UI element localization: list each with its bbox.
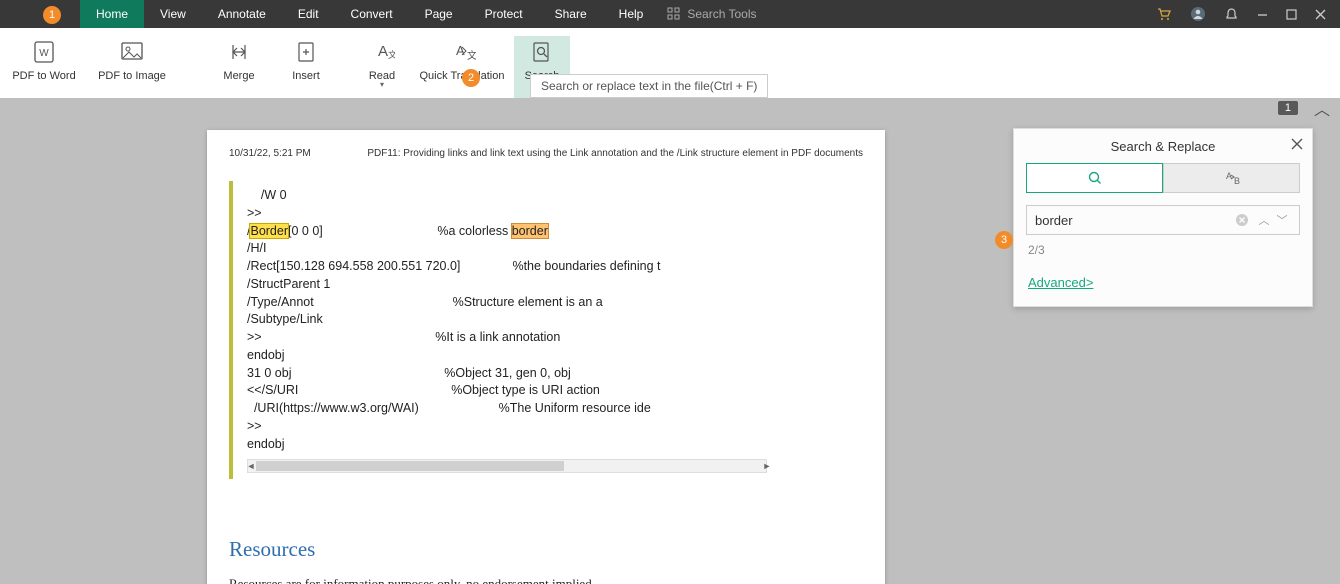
replace-tab[interactable]: AB xyxy=(1163,163,1300,193)
chevron-down-icon: ▾ xyxy=(380,80,384,89)
svg-text:B: B xyxy=(1234,176,1240,186)
replace-icon: AB xyxy=(1222,170,1242,186)
code-line: >> xyxy=(247,418,773,436)
read-icon: A文 xyxy=(369,40,395,64)
page-title: PDF11: Providing links and link text usi… xyxy=(367,148,863,159)
code-line: /W 0 xyxy=(247,187,773,205)
menu-convert[interactable]: Convert xyxy=(335,0,409,28)
read-button[interactable]: A文 Read ▾ xyxy=(354,36,410,98)
search-hit-current: Border xyxy=(250,224,288,238)
code-line: endobj xyxy=(247,436,773,454)
resources-text: Resources are for information purposes o… xyxy=(229,576,863,584)
callout-1: 1 xyxy=(43,6,61,24)
scrollbar-thumb[interactable] xyxy=(256,461,564,471)
user-icon[interactable] xyxy=(1190,6,1206,22)
search-tools[interactable]: Search Tools xyxy=(667,7,756,21)
code-line: /URI(https://www.w3.org/WAI) %The Unifor… xyxy=(247,400,773,418)
svg-text:文: 文 xyxy=(467,49,476,62)
svg-text:W: W xyxy=(39,48,49,59)
ribbon-collapse: 1 ︿ xyxy=(1278,98,1340,118)
pdf-to-image-button[interactable]: PDF to Image xyxy=(88,36,176,98)
document-page: 10/31/22, 5:21 PM PDF11: Providing links… xyxy=(207,130,885,584)
callout-2: 2 xyxy=(462,69,480,87)
insert-icon xyxy=(295,40,317,64)
cart-icon[interactable] xyxy=(1156,6,1172,22)
panel-tabs: AB xyxy=(1014,163,1312,193)
code-line: /Type/Annot %Structure element is an a xyxy=(247,294,773,312)
search-tools-label: Search Tools xyxy=(687,7,756,21)
quick-translation-button[interactable]: A文 Quick Translation xyxy=(410,36,514,98)
code-block: /W 0 >> /Border[0 0 0] %a colorless bord… xyxy=(229,181,773,479)
panel-title: Search & Replace xyxy=(1111,139,1216,154)
image-icon xyxy=(119,39,145,65)
search-input[interactable] xyxy=(1035,213,1235,228)
word-icon: W xyxy=(31,39,57,65)
code-line: /Border[0 0 0] %a colorless border xyxy=(247,223,773,241)
menu-home[interactable]: Home xyxy=(80,0,144,28)
menu-help[interactable]: Help xyxy=(603,0,660,28)
svg-text:A: A xyxy=(456,43,465,58)
grid-icon xyxy=(667,7,681,21)
next-match-button[interactable]: ﹀ xyxy=(1273,212,1291,228)
code-line: /Rect[150.128 694.558 200.551 720.0] %th… xyxy=(247,258,773,276)
horizontal-scrollbar[interactable]: ◄ ► xyxy=(247,459,767,473)
code-line: /H/I xyxy=(247,240,773,258)
bell-icon[interactable] xyxy=(1224,7,1239,22)
tool-label: PDF to Image xyxy=(98,70,166,82)
code-line: 31 0 obj %Object 31, gen 0, obj xyxy=(247,365,773,383)
code-line: endobj xyxy=(247,347,773,365)
page-timestamp: 10/31/22, 5:21 PM xyxy=(229,148,311,159)
translate-icon: A文 xyxy=(448,40,476,64)
maximize-button[interactable] xyxy=(1286,9,1297,20)
code-line: >> %It is a link annotation xyxy=(247,329,773,347)
merge-button[interactable]: Merge xyxy=(200,36,278,98)
svg-text:A: A xyxy=(1226,171,1232,181)
search-input-wrapper: ︿ ﹀ xyxy=(1026,205,1300,235)
tool-label: PDF to Word xyxy=(12,70,75,82)
menu-page[interactable]: Page xyxy=(409,0,469,28)
menu-view[interactable]: View xyxy=(144,0,202,28)
menu-annotate[interactable]: Annotate xyxy=(202,0,282,28)
search-replace-panel: Search & Replace AB ︿ ﹀ 2/3 Advanced> xyxy=(1013,128,1313,307)
tool-label: Insert xyxy=(292,70,320,82)
panel-header: Search & Replace xyxy=(1014,129,1312,163)
svg-text:文: 文 xyxy=(388,49,395,60)
search-hit: border xyxy=(512,224,548,238)
collapse-ribbon-button[interactable]: ︿ xyxy=(1304,96,1340,120)
code-line: <</S/URI %Object type is URI action xyxy=(247,382,773,400)
menubar-right xyxy=(1156,6,1340,22)
menu-share[interactable]: Share xyxy=(539,0,603,28)
menu-edit[interactable]: Edit xyxy=(282,0,335,28)
page-header: 10/31/22, 5:21 PM PDF11: Providing links… xyxy=(229,148,863,159)
close-button[interactable] xyxy=(1315,9,1326,20)
code-line: >> xyxy=(247,205,773,223)
callout-3: 3 xyxy=(995,231,1013,249)
svg-text:A: A xyxy=(378,43,388,60)
search-icon xyxy=(1087,170,1103,186)
clear-search-button[interactable] xyxy=(1235,213,1249,227)
tool-label: Merge xyxy=(223,70,254,82)
match-count: 2/3 xyxy=(1028,243,1312,257)
menu-protect[interactable]: Protect xyxy=(469,0,539,28)
minimize-button[interactable] xyxy=(1257,9,1268,20)
prev-match-button[interactable]: ︿ xyxy=(1255,212,1273,228)
insert-button[interactable]: Insert xyxy=(278,36,334,98)
resources-heading: Resources xyxy=(229,537,863,562)
page-indicator: 1 xyxy=(1278,101,1298,115)
search-tab[interactable] xyxy=(1026,163,1163,193)
search-doc-icon xyxy=(530,40,554,64)
code-line: /Subtype/Link xyxy=(247,311,773,329)
search-tooltip: Search or replace text in the file(Ctrl … xyxy=(530,74,768,98)
panel-close-button[interactable] xyxy=(1290,137,1304,151)
pdf-to-word-button[interactable]: W PDF to Word xyxy=(0,36,88,98)
menubar: 1 Home View Annotate Edit Convert Page P… xyxy=(0,0,1340,28)
merge-icon xyxy=(227,40,251,64)
scroll-right-icon[interactable]: ► xyxy=(760,460,773,472)
code-line: /StructParent 1 xyxy=(247,276,773,294)
advanced-link[interactable]: Advanced> xyxy=(1028,275,1093,290)
